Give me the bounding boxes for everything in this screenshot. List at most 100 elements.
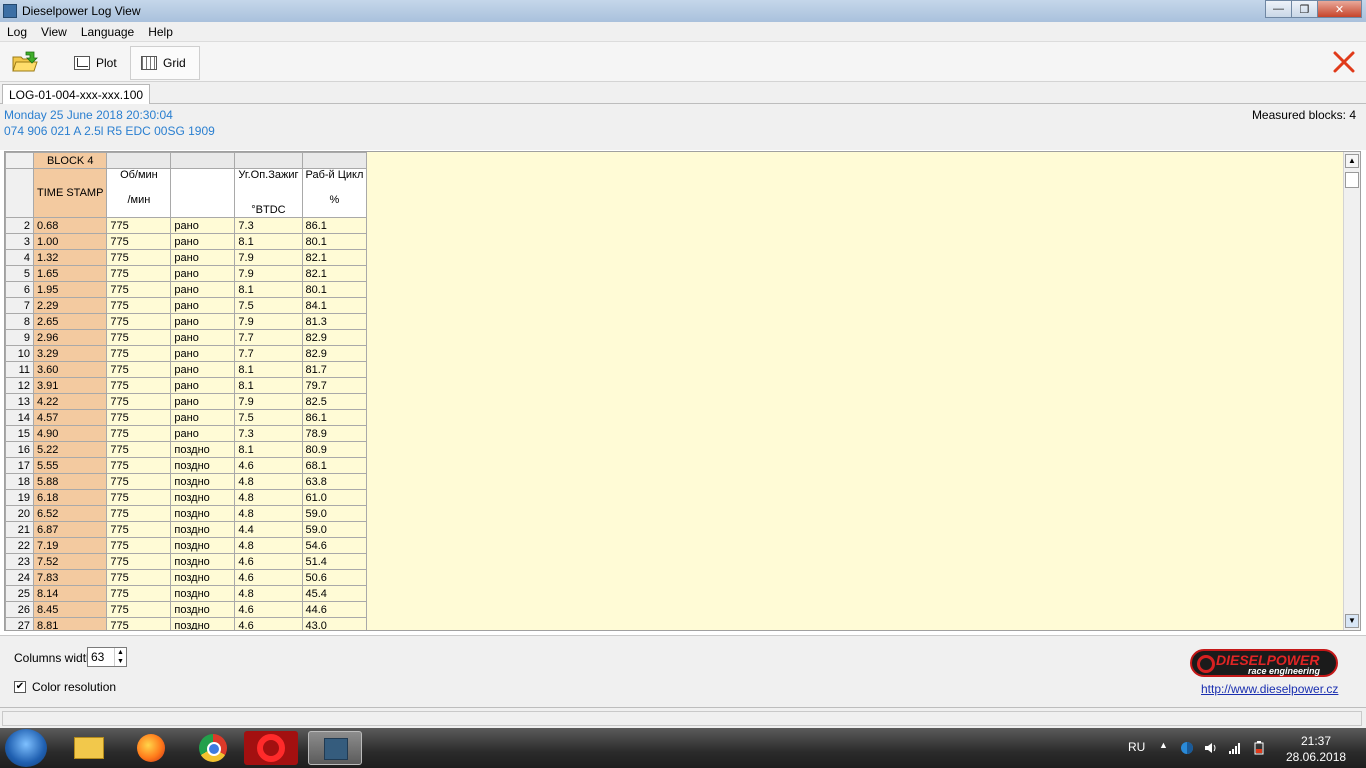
tray-expand-icon[interactable]: ▲	[1159, 740, 1168, 768]
timestamp-cell[interactable]: 8.81	[32, 617, 108, 630]
taskbar-opera[interactable]	[244, 731, 298, 765]
timestamp-cell[interactable]: 1.00	[32, 233, 108, 250]
timestamp-cell[interactable]: 2.29	[32, 297, 108, 314]
minimize-button[interactable]: —	[1265, 0, 1292, 18]
table-row[interactable]: 22 7.19 775 поздно 4.8 54.6	[5, 537, 368, 554]
duty-cycle-cell[interactable]: 61.0	[301, 489, 368, 506]
timestamp-cell[interactable]: 2.65	[32, 313, 108, 330]
timestamp-cell[interactable]: 1.32	[32, 249, 108, 266]
taskbar-explorer[interactable]	[62, 731, 116, 765]
rpm-cell[interactable]: 775	[106, 505, 172, 522]
rpm-cell[interactable]: 775	[106, 553, 172, 570]
timestamp-cell[interactable]: 0.68	[32, 217, 108, 234]
rpm-cell[interactable]: 775	[106, 345, 172, 362]
ignition-angle-cell[interactable]: 7.3	[234, 425, 303, 442]
table-row[interactable]: 16 5.22 775 поздно 8.1 80.9	[5, 441, 368, 458]
scroll-down-icon[interactable]: ▼	[1345, 614, 1359, 628]
status-cell[interactable]: рано	[170, 361, 236, 378]
status-cell[interactable]: поздно	[170, 505, 236, 522]
status-cell[interactable]: рано	[170, 409, 236, 426]
rpm-cell[interactable]: 775	[106, 329, 172, 346]
duty-cycle-cell[interactable]: 81.7	[301, 361, 368, 378]
duty-cycle-cell[interactable]: 51.4	[301, 553, 368, 570]
status-cell[interactable]: поздно	[170, 457, 236, 474]
rpm-cell[interactable]: 775	[106, 297, 172, 314]
start-button[interactable]	[5, 729, 47, 767]
clock[interactable]: 21:37 28.06.2018	[1286, 733, 1346, 765]
duty-cycle-cell[interactable]: 50.6	[301, 569, 368, 586]
menu-view[interactable]: View	[34, 25, 74, 39]
battery-icon[interactable]	[1252, 741, 1266, 755]
status-cell[interactable]: рано	[170, 329, 236, 346]
ignition-angle-cell[interactable]: 4.8	[234, 585, 303, 602]
duty-cycle-cell[interactable]: 68.1	[301, 457, 368, 474]
table-row[interactable]: 14 4.57 775 рано 7.5 86.1	[5, 409, 368, 426]
status-cell[interactable]: рано	[170, 265, 236, 282]
maximize-button[interactable]: ❐	[1291, 0, 1318, 18]
rpm-cell[interactable]: 775	[106, 281, 172, 298]
ignition-angle-cell[interactable]: 8.1	[234, 441, 303, 458]
taskbar-firefox[interactable]	[124, 731, 178, 765]
rpm-cell[interactable]: 775	[106, 521, 172, 538]
rpm-cell[interactable]: 775	[106, 537, 172, 554]
ignition-angle-cell[interactable]: 8.1	[234, 377, 303, 394]
timestamp-cell[interactable]: 6.87	[32, 521, 108, 538]
timestamp-cell[interactable]: 5.22	[32, 441, 108, 458]
column-header-timestamp[interactable]: TIME STAMP	[32, 168, 108, 218]
grid-button[interactable]: Grid	[130, 46, 200, 80]
duty-cycle-cell[interactable]: 86.1	[301, 217, 368, 234]
ignition-angle-cell[interactable]: 7.7	[234, 329, 303, 346]
timestamp-cell[interactable]: 4.90	[32, 425, 108, 442]
table-row[interactable]: 27 8.81 775 поздно 4.6 43.0	[5, 617, 368, 630]
timestamp-cell[interactable]: 8.45	[32, 601, 108, 618]
columns-width-stepper[interactable]: 63 ▲ ▼	[87, 647, 127, 667]
duty-cycle-cell[interactable]: 44.6	[301, 601, 368, 618]
plot-button[interactable]: Plot	[64, 46, 127, 80]
rpm-cell[interactable]: 775	[106, 585, 172, 602]
timestamp-cell[interactable]: 3.60	[32, 361, 108, 378]
table-row[interactable]: 23 7.52 775 поздно 4.6 51.4	[5, 553, 368, 570]
table-row[interactable]: 11 3.60 775 рано 8.1 81.7	[5, 361, 368, 378]
taskbar-chrome[interactable]	[186, 731, 240, 765]
status-cell[interactable]: рано	[170, 313, 236, 330]
ignition-angle-cell[interactable]: 7.7	[234, 345, 303, 362]
spin-arrows-icon[interactable]: ▲ ▼	[114, 648, 126, 666]
rpm-cell[interactable]: 775	[106, 489, 172, 506]
timestamp-cell[interactable]: 7.19	[32, 537, 108, 554]
timestamp-cell[interactable]: 6.18	[32, 489, 108, 506]
duty-cycle-cell[interactable]: 82.1	[301, 265, 368, 282]
ignition-angle-cell[interactable]: 4.8	[234, 489, 303, 506]
duty-cycle-cell[interactable]: 82.5	[301, 393, 368, 410]
ignition-angle-cell[interactable]: 4.8	[234, 537, 303, 554]
taskbar-dieselpower[interactable]	[308, 731, 362, 765]
rpm-cell[interactable]: 775	[106, 425, 172, 442]
ignition-angle-cell[interactable]: 4.6	[234, 569, 303, 586]
timestamp-cell[interactable]: 4.22	[32, 393, 108, 410]
ignition-angle-cell[interactable]: 7.3	[234, 217, 303, 234]
duty-cycle-cell[interactable]: 78.9	[301, 425, 368, 442]
duty-cycle-cell[interactable]: 86.1	[301, 409, 368, 426]
status-cell[interactable]: поздно	[170, 473, 236, 490]
ignition-angle-cell[interactable]: 7.9	[234, 393, 303, 410]
status-cell[interactable]: поздно	[170, 585, 236, 602]
timestamp-cell[interactable]: 8.14	[32, 585, 108, 602]
rpm-cell[interactable]: 775	[106, 601, 172, 618]
table-row[interactable]: 24 7.83 775 поздно 4.6 50.6	[5, 569, 368, 586]
language-indicator[interactable]: RU	[1128, 740, 1145, 768]
timestamp-cell[interactable]: 5.55	[32, 457, 108, 474]
duty-cycle-cell[interactable]: 43.0	[301, 617, 368, 630]
ignition-angle-cell[interactable]: 8.1	[234, 233, 303, 250]
table-row[interactable]: 2 0.68 775 рано 7.3 86.1	[5, 217, 368, 234]
duty-cycle-cell[interactable]: 82.1	[301, 249, 368, 266]
volume-icon[interactable]	[1204, 741, 1218, 755]
ignition-angle-cell[interactable]: 8.1	[234, 361, 303, 378]
status-cell[interactable]: рано	[170, 425, 236, 442]
column-header-rpm[interactable]: Об/мин /мин	[106, 168, 172, 218]
ignition-angle-cell[interactable]: 4.6	[234, 553, 303, 570]
duty-cycle-cell[interactable]: 54.6	[301, 537, 368, 554]
table-row[interactable]: 26 8.45 775 поздно 4.6 44.6	[5, 601, 368, 618]
table-row[interactable]: 10 3.29 775 рано 7.7 82.9	[5, 345, 368, 362]
duty-cycle-cell[interactable]: 79.7	[301, 377, 368, 394]
rpm-cell[interactable]: 775	[106, 265, 172, 282]
status-cell[interactable]: рано	[170, 249, 236, 266]
